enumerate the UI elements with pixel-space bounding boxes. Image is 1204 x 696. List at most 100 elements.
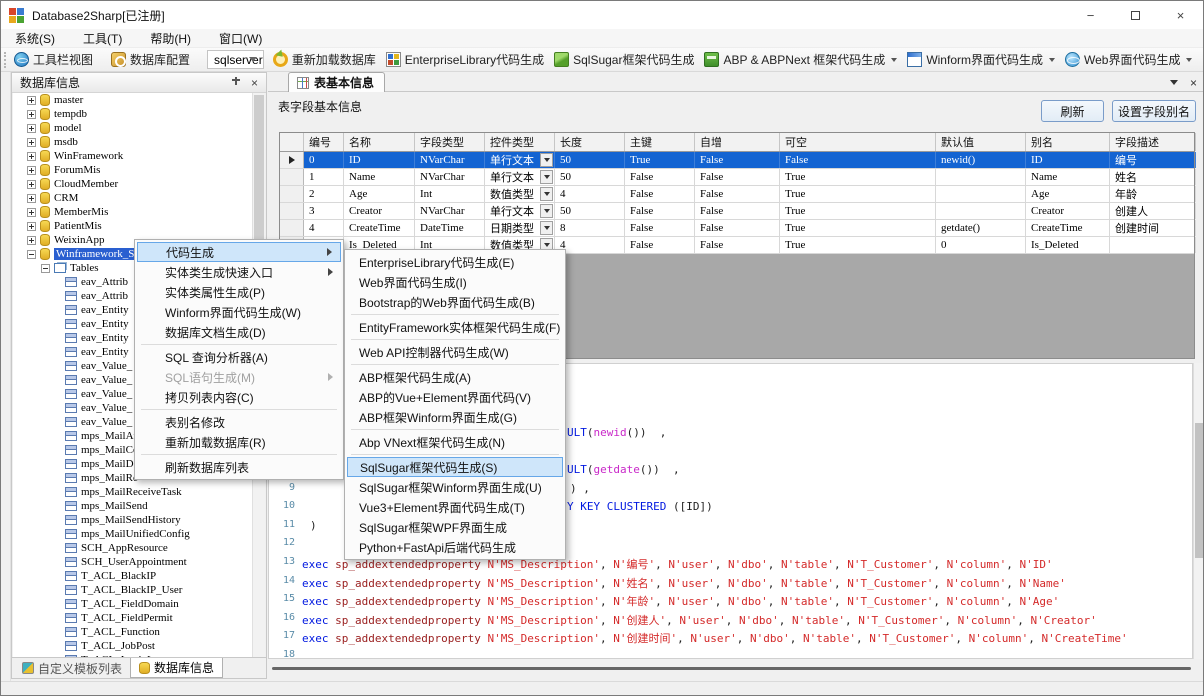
toolbar-view-button[interactable]: 工具栏视图 bbox=[9, 49, 98, 70]
grid-cell[interactable]: 8 bbox=[555, 220, 625, 236]
tree-item[interactable]: msdb bbox=[13, 135, 253, 149]
menu-item[interactable]: Python+FastApi后端代码生成 bbox=[347, 537, 563, 557]
refresh-button[interactable]: 刷新 bbox=[1041, 100, 1104, 122]
pin-icon[interactable] bbox=[231, 77, 241, 89]
tree-item[interactable]: MemberMis bbox=[13, 205, 253, 219]
menu-window[interactable]: 窗口(W) bbox=[205, 29, 276, 47]
menu-item[interactable]: 实体类生成快速入口 bbox=[137, 262, 341, 282]
menu-item[interactable]: Bootstrap的Web界面代码生成(B) bbox=[347, 292, 563, 312]
expand-icon[interactable] bbox=[27, 166, 36, 175]
grid-cell[interactable]: Name bbox=[344, 169, 415, 185]
grid-cell[interactable]: False bbox=[695, 152, 780, 168]
toolbar-web-button[interactable]: Web界面代码生成 bbox=[1060, 49, 1197, 70]
grid-cell[interactable]: 创建人 bbox=[1110, 203, 1196, 219]
grid-cell[interactable]: 单行文本 bbox=[485, 203, 555, 219]
maximize-button[interactable] bbox=[1113, 1, 1158, 29]
tree-item[interactable]: PatientMis bbox=[13, 219, 253, 233]
collapse-icon[interactable] bbox=[27, 250, 36, 259]
grid-cell[interactable]: CreateTime bbox=[344, 220, 415, 236]
grid-cell[interactable]: 姓名 bbox=[1110, 169, 1196, 185]
grid-cell[interactable]: 日期类型 bbox=[485, 220, 555, 236]
toolbar-dbconfig-button[interactable]: 数据库配置 bbox=[106, 49, 195, 70]
menu-item[interactable]: ABP框架Winform界面生成(G) bbox=[347, 407, 563, 427]
grid-column-header[interactable]: 自增 bbox=[695, 133, 780, 151]
menu-item[interactable]: 数据库文档生成(D) bbox=[137, 322, 341, 342]
grid-cell[interactable]: ID bbox=[1026, 152, 1110, 168]
tree-item[interactable]: T_ACL_BlackIP_User bbox=[13, 583, 253, 597]
tree-item[interactable]: mps_MailSendHistory bbox=[13, 513, 253, 527]
menu-item[interactable]: Web API控制器代码生成(W) bbox=[347, 342, 563, 362]
expand-icon[interactable] bbox=[27, 194, 36, 203]
grid-cell[interactable]: False bbox=[625, 237, 695, 253]
grid-cell[interactable]: NVarChar bbox=[415, 169, 485, 185]
collapse-icon[interactable] bbox=[41, 264, 50, 273]
bottom-tab-dbinfo[interactable]: 数据库信息 bbox=[130, 658, 223, 678]
tree-item[interactable]: T_ACL_JobPost bbox=[13, 639, 253, 653]
table-row[interactable]: 2AgeInt数值类型4FalseFalseTrueAge年龄 bbox=[280, 186, 1194, 203]
expand-icon[interactable] bbox=[27, 222, 36, 231]
table-row[interactable]: 3CreatorNVarChar单行文本50FalseFalseTrueCrea… bbox=[280, 203, 1194, 220]
dropdown-arrow-icon[interactable] bbox=[891, 58, 897, 62]
grid-cell[interactable]: 数值类型 bbox=[485, 186, 555, 202]
tree-item[interactable]: mps_MailSend bbox=[13, 499, 253, 513]
tree-item[interactable]: SCH_UserAppointment bbox=[13, 555, 253, 569]
grid-cell[interactable]: False bbox=[695, 169, 780, 185]
grid-cell[interactable]: 0 bbox=[304, 152, 344, 168]
toolbar-winform-button[interactable]: Winform界面代码生成 bbox=[902, 49, 1060, 70]
expand-icon[interactable] bbox=[27, 96, 36, 105]
bottom-tab-templates[interactable]: 自定义模板列表 bbox=[14, 658, 130, 678]
editor-horizontal-scrollbar[interactable] bbox=[272, 667, 1191, 670]
toolbar-reload-button[interactable]: 重新加载数据库 bbox=[268, 49, 381, 70]
tree-item[interactable]: tempdb bbox=[13, 107, 253, 121]
menu-item[interactable]: Winform界面代码生成(W) bbox=[137, 302, 341, 322]
menu-item[interactable]: 表别名修改 bbox=[137, 412, 341, 432]
grid-cell[interactable]: Creator bbox=[1026, 203, 1110, 219]
menu-item[interactable]: 重新加载数据库(R) bbox=[137, 432, 341, 452]
menu-tools[interactable]: 工具(T) bbox=[69, 29, 136, 47]
grid-cell[interactable]: False bbox=[695, 220, 780, 236]
grid-cell[interactable]: 4 bbox=[555, 186, 625, 202]
menu-item[interactable]: 代码生成 bbox=[137, 242, 341, 262]
tree-item[interactable]: CRM bbox=[13, 191, 253, 205]
grid-cell[interactable]: 2 bbox=[304, 186, 344, 202]
expand-icon[interactable] bbox=[27, 152, 36, 161]
control-type-dropdown[interactable] bbox=[540, 153, 553, 167]
grid-cell[interactable]: 单行文本 bbox=[485, 169, 555, 185]
grid-cell[interactable]: 编号 bbox=[1110, 152, 1196, 168]
grid-cell[interactable]: CreateTime bbox=[1026, 220, 1110, 236]
menu-item[interactable]: EntityFramework实体框架代码生成(F) bbox=[347, 317, 563, 337]
grid-cell[interactable]: False bbox=[695, 237, 780, 253]
menu-item[interactable]: Abp VNext框架代码生成(N) bbox=[347, 432, 563, 452]
tree-item[interactable]: CloudMember bbox=[13, 177, 253, 191]
grid-cell[interactable]: Age bbox=[1026, 186, 1110, 202]
expand-icon[interactable] bbox=[27, 124, 36, 133]
tree-item[interactable]: model bbox=[13, 121, 253, 135]
grid-cell[interactable]: True bbox=[625, 152, 695, 168]
menu-item[interactable]: 拷贝列表内容(C) bbox=[137, 387, 341, 407]
grid-column-header[interactable]: 编号 bbox=[304, 133, 344, 151]
control-type-dropdown[interactable] bbox=[540, 170, 553, 184]
menu-item[interactable]: SqlSugar框架WPF界面生成 bbox=[347, 517, 563, 537]
grid-cell[interactable]: ID bbox=[344, 152, 415, 168]
grid-cell[interactable] bbox=[1110, 237, 1196, 253]
tree-item[interactable]: T_ACL_FieldDomain bbox=[13, 597, 253, 611]
tree-item[interactable]: SCH_AppResource bbox=[13, 541, 253, 555]
grid-cell[interactable]: True bbox=[780, 203, 936, 219]
grid-cell[interactable]: False bbox=[625, 220, 695, 236]
grid-cell[interactable]: 50 bbox=[555, 169, 625, 185]
grid-cell[interactable]: NVarChar bbox=[415, 203, 485, 219]
editor-scrollbar-thumb[interactable] bbox=[1195, 423, 1204, 558]
menu-item[interactable]: EnterpriseLibrary代码生成(E) bbox=[347, 252, 563, 272]
grid-cell[interactable]: 3 bbox=[304, 203, 344, 219]
grid-cell[interactable]: DateTime bbox=[415, 220, 485, 236]
grid-cell[interactable]: 单行文本 bbox=[485, 152, 555, 168]
menu-item[interactable]: SQL 查询分析器(A) bbox=[137, 347, 341, 367]
grid-cell[interactable]: Age bbox=[344, 186, 415, 202]
table-row[interactable]: 1NameNVarChar单行文本50FalseFalseTrueName姓名 bbox=[280, 169, 1194, 186]
grid-column-header[interactable]: 主键 bbox=[625, 133, 695, 151]
grid-cell[interactable]: False bbox=[625, 203, 695, 219]
grid-column-header[interactable]: 别名 bbox=[1026, 133, 1110, 151]
grid-cell[interactable]: 50 bbox=[555, 152, 625, 168]
menu-item[interactable]: Vue3+Element界面代码生成(T) bbox=[347, 497, 563, 517]
grid-cell[interactable] bbox=[936, 169, 1026, 185]
